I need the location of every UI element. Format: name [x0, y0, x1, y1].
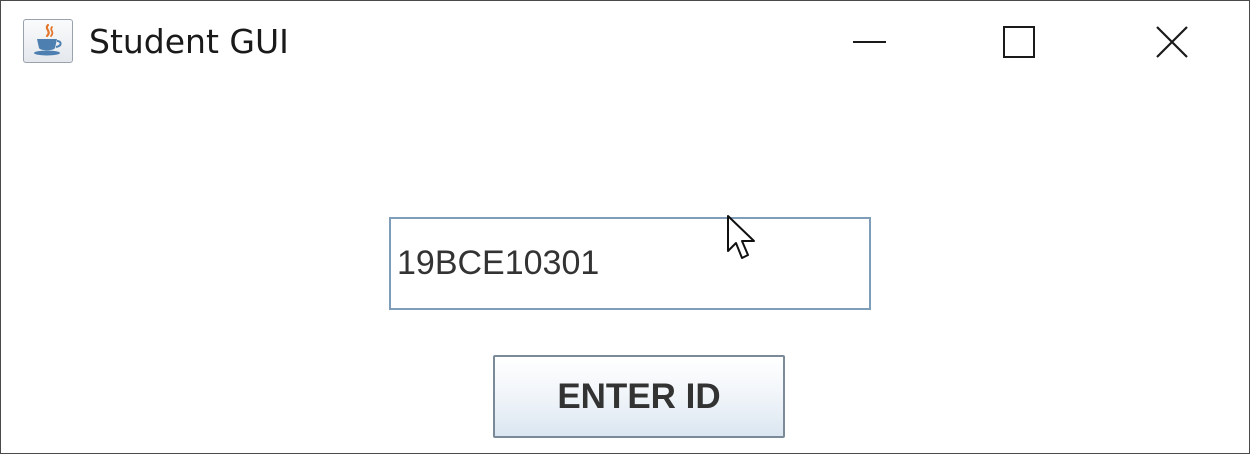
title-bar[interactable]: Student GUI: [1, 1, 1249, 85]
close-button[interactable]: [1115, 1, 1225, 85]
maximize-icon: [1003, 26, 1035, 58]
maximize-button[interactable]: [963, 1, 1073, 85]
content-pane: ENTER ID: [1, 85, 1249, 453]
app-window: Student GUI ENTER ID: [0, 0, 1250, 454]
enter-id-button[interactable]: ENTER ID: [493, 355, 785, 438]
window-title: Student GUI: [89, 22, 289, 61]
minimize-icon: [853, 41, 886, 43]
close-icon: [1156, 26, 1188, 58]
minimize-button[interactable]: [813, 1, 923, 85]
student-id-field[interactable]: [389, 217, 871, 310]
java-coffee-cup-icon[interactable]: [23, 19, 73, 63]
